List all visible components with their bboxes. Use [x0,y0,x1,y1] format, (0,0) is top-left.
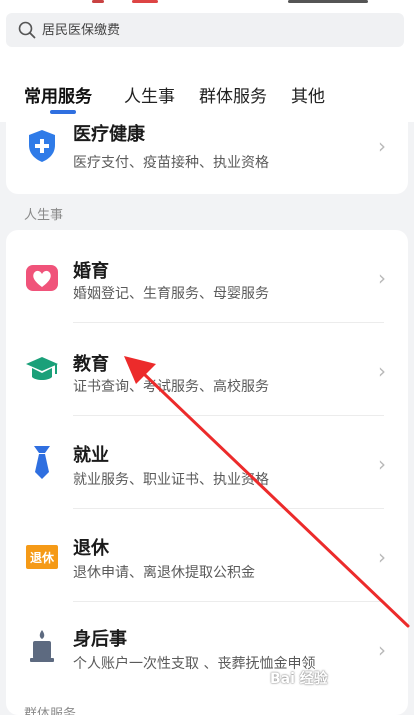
search-input[interactable] [42,22,382,38]
service-title: 就业 [73,445,109,466]
candle-icon [24,628,60,664]
service-desc: 退休申请、离退休提取公积金 [73,565,255,581]
status-fragment [92,0,104,3]
life-events-card: 婚育 婚姻登记、生育服务、母婴服务 › 教育 证书查询、考试服务、高校服务 › … [6,230,408,715]
retire-badge: 退休 [26,545,58,569]
service-item-education[interactable]: 教育 证书查询、考试服务、高校服务 › [6,323,408,416]
service-item-marriage[interactable]: 婚育 婚姻登记、生育服务、母婴服务 › [6,230,408,323]
service-desc: 就业服务、职业证书、执业资格 [73,472,269,488]
section-label-group: 群体服务 [24,707,77,715]
chevron-right-icon: › [378,359,386,383]
heart-people-icon [24,260,60,296]
service-title: 退休 [73,538,109,559]
tab-group-services[interactable]: 群体服务 [199,82,267,107]
chevron-right-icon: › [378,545,386,569]
necktie-icon [24,444,60,480]
service-title: 身后事 [73,629,127,650]
retire-badge-icon: 退休 [24,539,60,575]
search-box[interactable] [6,13,404,47]
service-title: 医疗健康 [73,124,145,145]
service-title: 婚育 [73,261,109,282]
service-title: 教育 [73,354,109,375]
service-item-employment[interactable]: 就业 就业服务、职业证书、执业资格 › [6,416,408,509]
graduation-cap-icon [24,351,60,387]
tab-common-services[interactable]: 常用服务 [24,82,92,107]
chevron-right-icon: › [378,638,386,662]
watermark: Bai 经验 [270,671,328,687]
service-card-top: 医疗健康 医疗支付、疫苗接种、执业资格 › [6,122,408,194]
service-item-retirement[interactable]: 退休 退休 退休申请、离退休提取公积金 › [6,509,408,602]
service-item-funeral[interactable]: 身后事 个人账户一次性支取 、丧葬抚恤金申领 › [6,602,408,695]
search-icon [18,21,36,39]
service-item-medical[interactable]: 医疗健康 医疗支付、疫苗接种、执业资格 › [6,106,408,194]
section-label-life: 人生事 [24,208,64,223]
status-fragment [288,0,368,3]
tab-other[interactable]: 其他 [291,82,325,107]
chevron-right-icon: › [378,452,386,476]
chevron-right-icon: › [378,266,386,290]
search-bar [0,6,414,58]
medical-shield-icon [24,128,60,164]
status-fragment [132,0,158,3]
chevron-right-icon: › [378,134,386,158]
service-desc: 婚姻登记、生育服务、母婴服务 [73,286,269,302]
service-desc: 证书查询、考试服务、高校服务 [73,379,269,395]
tab-life-events[interactable]: 人生事 [124,82,175,107]
service-desc: 医疗支付、疫苗接种、执业资格 [73,155,269,171]
